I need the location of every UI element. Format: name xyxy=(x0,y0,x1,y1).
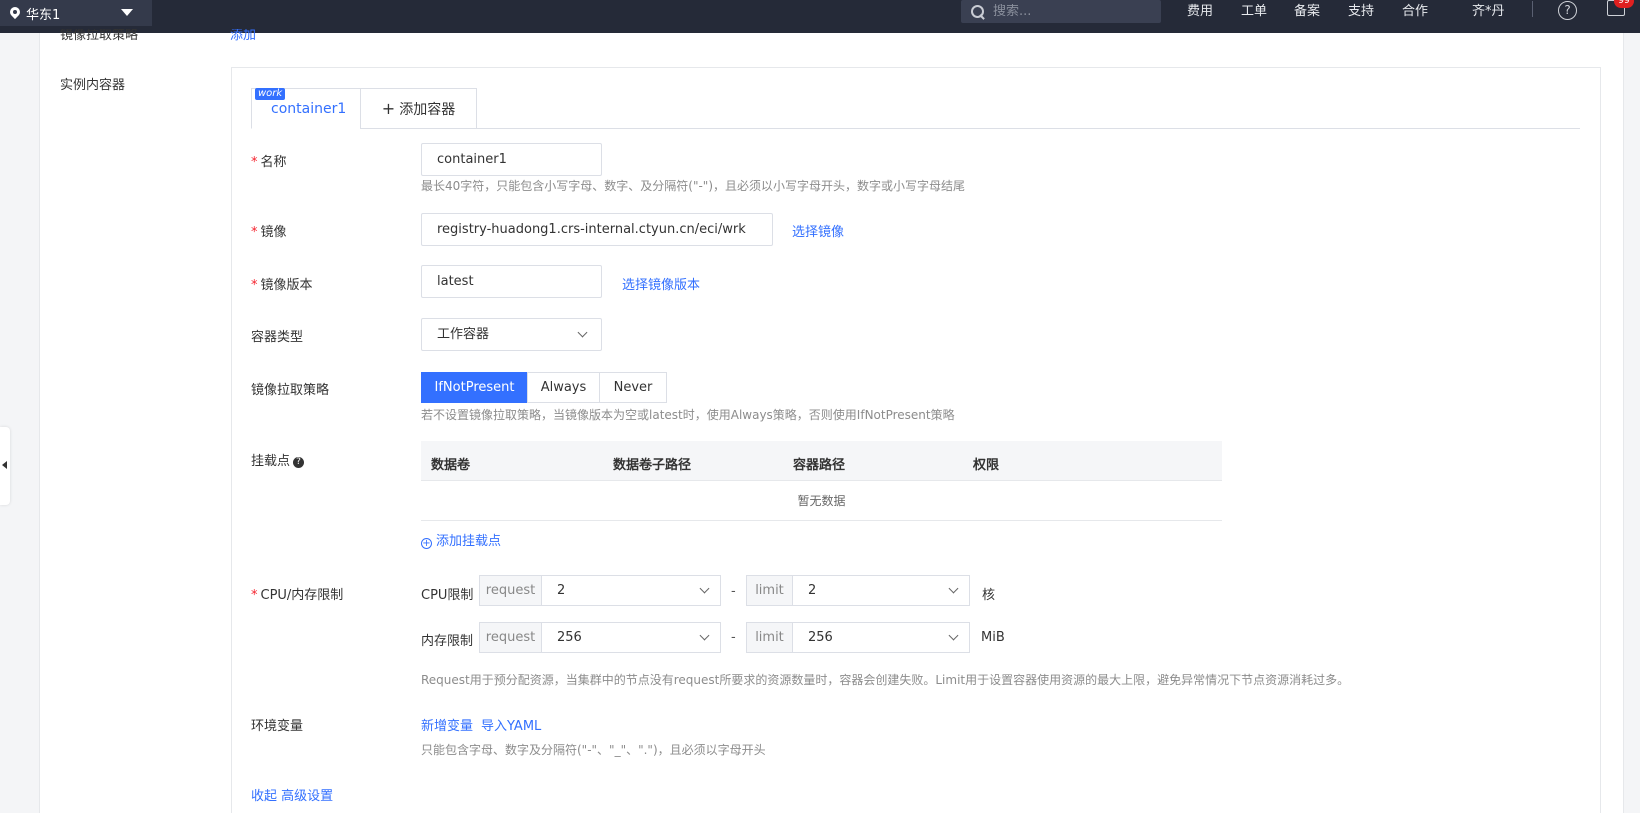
pull-policy-never[interactable]: Never xyxy=(599,372,667,403)
mem-limit-value: 256 xyxy=(808,630,833,645)
search-input[interactable] xyxy=(993,4,1143,19)
name-label: * 名称 xyxy=(251,155,287,170)
env-hint: 只能包含字母、数字及分隔符("-"、"_"、".")，且必须以字母开头 xyxy=(421,743,766,757)
nav-tickets[interactable]: 工单 xyxy=(1241,0,1267,20)
mem-request-tag: request xyxy=(479,622,542,653)
name-input[interactable] xyxy=(421,143,602,176)
location-pin-icon xyxy=(10,7,20,20)
chevron-down-icon xyxy=(577,327,588,338)
pull-policy-hint: 若不设置镜像拉取策略，当镜像版本为空或latest时，使用Always策略，否则… xyxy=(421,408,955,422)
top-bar: 华东1 费用 工单 备案 支持 合作 齐*丹 ? 99 xyxy=(0,0,1640,33)
column-header: 数据卷 xyxy=(431,458,471,473)
env-label: 环境变量 xyxy=(251,719,304,734)
chevron-down-icon xyxy=(699,583,710,594)
search-box[interactable] xyxy=(961,0,1161,23)
pull-policy-label: 镜像拉取策略 xyxy=(251,383,330,398)
cpu-mem-label: * CPU/内存限制 xyxy=(251,588,344,603)
plus-icon: + xyxy=(381,98,396,118)
region-selector[interactable]: 华东1 xyxy=(0,0,152,26)
add-container-label: 添加容器 xyxy=(399,101,456,118)
caret-down-icon xyxy=(121,9,133,16)
section-label: 实例内容器 xyxy=(60,78,126,93)
mem-request-select[interactable]: 256 xyxy=(541,622,721,653)
mounts-label: 挂载点? xyxy=(251,450,305,469)
question-icon[interactable]: ? xyxy=(293,457,305,468)
column-header: 权限 xyxy=(973,458,1000,473)
range-dash: - xyxy=(731,584,736,599)
help-icon[interactable]: ? xyxy=(1558,1,1577,20)
select-image-version-link[interactable]: 选择镜像版本 xyxy=(622,274,700,293)
image-input[interactable] xyxy=(421,213,773,246)
cpu-limit-value: 2 xyxy=(808,583,817,598)
mounts-table-header: 数据卷 数据卷子路径 容器路径 权限 xyxy=(421,441,1222,481)
nav-filing[interactable]: 备案 xyxy=(1294,0,1320,20)
container-type-label: 容器类型 xyxy=(251,330,304,345)
cpu-mem-hint: Request用于预分配资源，当集群中的节点没有request所要求的资源数量时… xyxy=(421,673,1350,687)
tab-container1-label: container1 xyxy=(271,101,347,117)
chevron-down-icon xyxy=(948,583,959,594)
cpu-request-value: 2 xyxy=(557,583,566,598)
mem-limit-label: 内存限制 xyxy=(421,634,474,649)
column-header: 容器路径 xyxy=(793,458,846,473)
container-type-select[interactable]: 工作容器 xyxy=(421,318,602,351)
sidebar-collapse-handle[interactable] xyxy=(0,427,10,505)
work-tag: work xyxy=(255,88,286,100)
pull-policy-ifnotpresent[interactable]: IfNotPresent xyxy=(421,372,528,403)
range-dash: - xyxy=(731,630,736,645)
image-version-label: * 镜像版本 xyxy=(251,278,313,293)
plus-circle-icon: + xyxy=(421,538,432,549)
nav-partner[interactable]: 合作 xyxy=(1402,0,1428,20)
region-label: 华东1 xyxy=(26,7,61,23)
add-container-tab[interactable]: + 添加容器 xyxy=(360,88,477,129)
select-image-link[interactable]: 选择镜像 xyxy=(792,221,844,240)
image-label: * 镜像 xyxy=(251,225,287,240)
search-icon xyxy=(971,4,985,19)
cpu-limit-tag: limit xyxy=(746,575,793,606)
user-name[interactable]: 齐*丹 xyxy=(1472,0,1505,20)
image-version-input[interactable] xyxy=(421,265,602,298)
add-mount-link[interactable]: + 添加挂载点 xyxy=(421,530,501,549)
cpu-request-select[interactable]: 2 xyxy=(541,575,721,606)
message-badge: 99 xyxy=(1614,0,1634,8)
column-header: 数据卷子路径 xyxy=(613,458,692,473)
chevron-down-icon xyxy=(948,630,959,641)
pull-policy-always[interactable]: Always xyxy=(527,372,600,403)
nav-support[interactable]: 支持 xyxy=(1348,0,1374,20)
chevron-down-icon xyxy=(699,630,710,641)
empty-state: 暂无数据 xyxy=(421,481,1222,521)
cpu-limit-label: CPU限制 xyxy=(421,588,474,603)
add-env-link[interactable]: 新增变量 xyxy=(421,715,473,734)
cpu-limit-select[interactable]: 2 xyxy=(792,575,970,606)
cpu-request-tag: request xyxy=(479,575,542,606)
import-yaml-link[interactable]: 导入YAML xyxy=(481,715,541,734)
collapse-advanced-link[interactable]: 收起 高级设置 xyxy=(251,785,333,804)
mem-request-value: 256 xyxy=(557,630,582,645)
mem-limit-tag: limit xyxy=(746,622,793,653)
cpu-unit: 核 xyxy=(982,588,996,603)
name-hint: 最长40字符，只能包含小写字母、数字、及分隔符("-")，且必须以小写字母开头，… xyxy=(421,179,966,193)
container-type-value: 工作容器 xyxy=(437,327,490,342)
nav-billing[interactable]: 费用 xyxy=(1187,0,1213,20)
mem-limit-select[interactable]: 256 xyxy=(792,622,970,653)
mem-unit: MiB xyxy=(981,630,1005,645)
nav-divider xyxy=(1532,1,1533,17)
